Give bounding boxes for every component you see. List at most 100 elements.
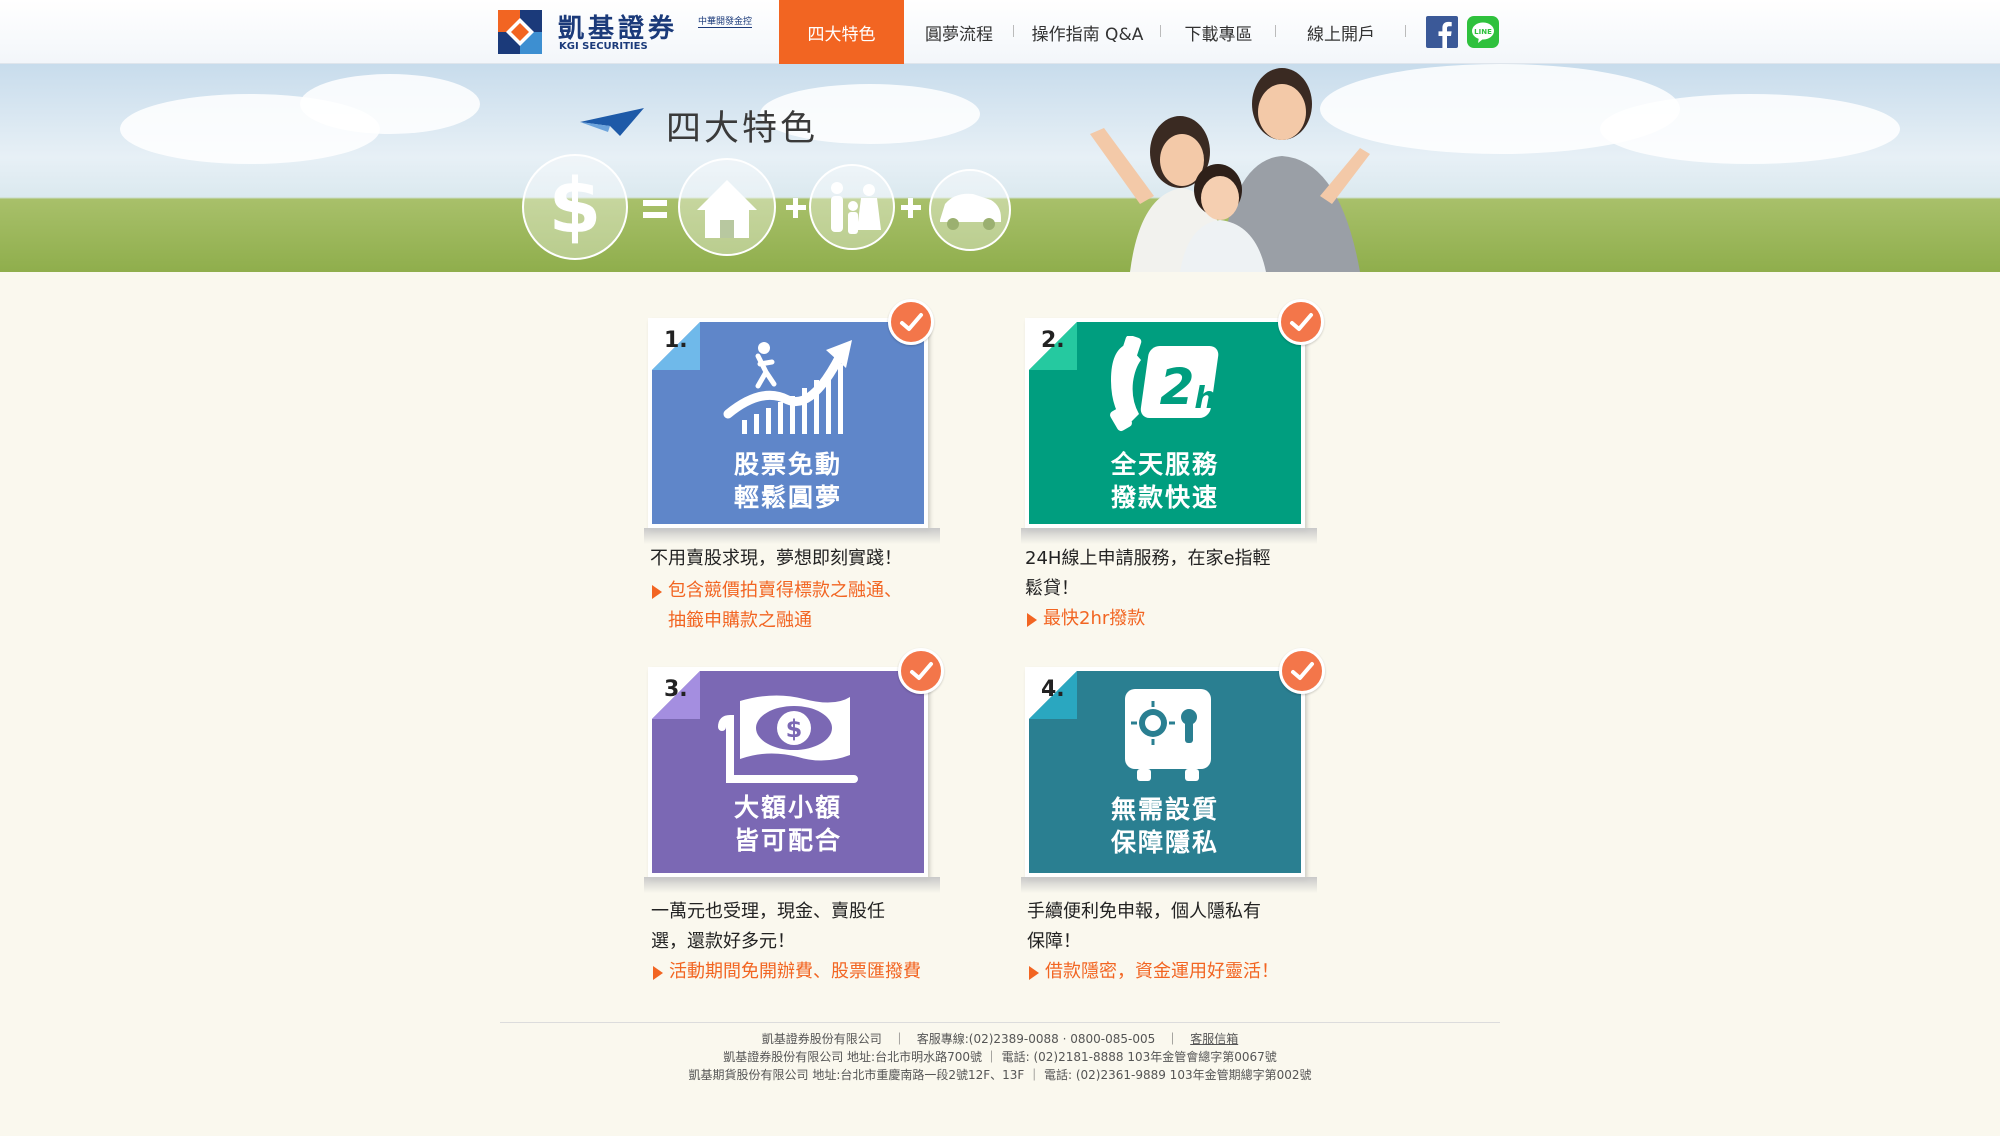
checkmark-icon — [1290, 313, 1313, 331]
cloud-decoration — [1600, 94, 1900, 164]
feature-panel: 2. 2 h 全天服務 撥款快速 — [1025, 318, 1305, 528]
kgi-logo-mark-icon — [498, 10, 542, 54]
feature-title-line: 皆可配合 — [733, 826, 842, 855]
paper-plane-icon — [580, 108, 644, 136]
feature-description-line: 不用賣股求現，夢想即刻實踐！ — [650, 548, 902, 569]
footer-line-3: 凱基期貨股份有限公司 地址:台北市重慶南路一段2號12F、13F ｜ 電話: (… — [688, 1068, 1312, 1082]
logo-group: 中華開發金控 — [698, 14, 753, 28]
checkmark-icon — [900, 313, 923, 331]
hero-banner: 四大特色 $ — [0, 64, 2000, 272]
check-badge — [898, 648, 944, 694]
checkmark-icon — [1291, 662, 1314, 680]
feature-note: 最快2hr撥款 — [1025, 604, 1325, 634]
feature-number: 3. — [664, 677, 688, 702]
feature-description-line: 手續便利免申報，個人隱私有 — [1027, 901, 1261, 922]
nav-item-download[interactable]: 下載專區 — [1161, 0, 1276, 64]
feature-description-line: 選，還款好多元！ — [651, 931, 795, 952]
feature-note-line: 活動期間免開辦費、股票匯撥費 — [669, 961, 921, 982]
nav-item-process[interactable]: 圓夢流程 — [904, 0, 1014, 64]
checkmark-icon — [910, 662, 933, 680]
kgi-logo[interactable]: 凱基證券 KGI SECURITIES 中華開發金控 — [498, 8, 758, 58]
footer-line-2: 凱基證券股份有限公司 地址:台北市明水路700號 ｜ 電話: (02)2181-… — [723, 1050, 1277, 1064]
footer-service-phone: 客服專線:(02)2389-0088 · 0800-085-005 — [916, 1032, 1156, 1046]
feature-note: 活動期間免開辦費、股票匯撥費 — [651, 957, 961, 987]
nav-item-label: 操作指南 Q&A — [1031, 24, 1144, 45]
logo-text: 凱基證券 — [558, 14, 679, 44]
check-badge — [1279, 648, 1325, 694]
feature-title-line: 無需設質 — [1110, 795, 1219, 824]
feature-title-line: 撥款快速 — [1110, 483, 1219, 512]
nav-item-label: 線上開戶 — [1307, 24, 1375, 45]
panel-shadow — [1021, 877, 1317, 893]
feature-title-line: 保障隱私 — [1110, 828, 1219, 857]
feature-title: 股票免動 輕鬆圓夢 — [652, 448, 924, 514]
nav-item-label: 四大特色 — [807, 24, 876, 45]
feature-title-line: 股票免動 — [733, 450, 842, 479]
nav-item-label: 圓夢流程 — [925, 24, 993, 45]
feature-note-line: 抽籤申購款之融通 — [668, 610, 812, 631]
cloud-decoration — [300, 74, 480, 134]
feature-title-line: 大額小額 — [733, 793, 842, 822]
svg-text:LINE: LINE — [1474, 28, 1492, 36]
feature-number: 2. — [1041, 328, 1065, 353]
svg-text:$: $ — [786, 715, 803, 743]
feature-panel: 3. $ 大額小額 皆可配合 — [648, 667, 928, 877]
check-badge — [888, 299, 934, 345]
feature-description: 一萬元也受理，現金、賣股任 選，還款好多元！ — [651, 897, 951, 957]
feature-note-line: 包含競價拍賣得標款之融通、 — [668, 580, 902, 601]
top-bar: 凱基證券 KGI SECURITIES 中華開發金控 四大特色 圓夢流程 操作指… — [0, 0, 2000, 64]
line-icon[interactable]: LINE — [1467, 16, 1499, 48]
hero-equation-illustration: $ — [522, 154, 1011, 260]
feature-title-line: 輕鬆圓夢 — [733, 483, 842, 512]
footer-line-1: 凱基證券股份有限公司 ｜ 客服專線:(02)2389-0088 · 0800-0… — [500, 1030, 1500, 1048]
car-icon — [929, 169, 1011, 251]
feature-note-line: 最快2hr撥款 — [1043, 608, 1146, 629]
panel-shadow — [644, 528, 940, 544]
feature-note: 借款隱密，資金運用好靈活！ — [1027, 957, 1327, 987]
nav-item-guide-qa[interactable]: 操作指南 Q&A — [1014, 0, 1161, 64]
panel-shadow — [644, 877, 940, 893]
footer-separator: ｜ — [1159, 1032, 1187, 1046]
feature-title: 全天服務 撥款快速 — [1029, 448, 1301, 514]
money-icon: $ — [718, 695, 858, 783]
feature-title-line: 全天服務 — [1110, 450, 1219, 479]
hero-title: 四大特色 — [666, 109, 819, 149]
family-photo-illustration — [1090, 68, 1370, 272]
plus-icon — [786, 198, 806, 218]
feature-panel: 4. 無需設質 保障隱私 — [1025, 667, 1305, 877]
growth-chart-icon — [723, 340, 852, 434]
feature-description-line: 保障！ — [1027, 931, 1081, 952]
feature-description: 24H線上申請服務，在家e指輕 鬆貸！ — [1025, 544, 1325, 604]
svg-text:$: $ — [549, 161, 602, 250]
24h-phone-icon: 2 h — [1110, 336, 1219, 432]
check-badge — [1278, 299, 1324, 345]
dollar-icon: $ — [522, 154, 628, 260]
feature-note-line: 借款隱密，資金運用好靈活！ — [1045, 961, 1279, 982]
feature-title: 無需設質 保障隱私 — [1029, 793, 1301, 859]
main-nav: 四大特色 圓夢流程 操作指南 Q&A 下載專區 線上開戶 — [779, 0, 1406, 64]
feature-number: 4. — [1041, 677, 1065, 702]
feature-title: 大額小額 皆可配合 — [652, 791, 924, 857]
panel-shadow — [1021, 528, 1317, 544]
feature-description: 不用賣股求現，夢想即刻實踐！ — [650, 544, 950, 574]
feature-description-line: 鬆貸！ — [1025, 578, 1079, 599]
feature-description: 手續便利免申報，個人隱私有 保障！ — [1027, 897, 1327, 957]
plus-icon — [901, 198, 921, 218]
safe-icon — [1125, 689, 1211, 781]
feature-note: 包含競價拍賣得標款之融通、 抽籤申購款之融通 — [650, 576, 950, 636]
family-icon — [809, 164, 895, 250]
nav-item-features[interactable]: 四大特色 — [779, 0, 904, 64]
customer-service-mail-link[interactable]: 客服信箱 — [1190, 1032, 1238, 1046]
svg-text:h: h — [1194, 381, 1215, 416]
feature-panel: 1. 股票免動 輕鬆圓夢 — [648, 318, 928, 528]
svg-text:2: 2 — [1160, 358, 1195, 416]
feature-description-line: 一萬元也受理，現金、賣股任 — [651, 901, 885, 922]
facebook-icon[interactable] — [1426, 16, 1458, 48]
nav-item-label: 下載專區 — [1184, 24, 1253, 45]
footer-company: 凱基證券股份有限公司 — [761, 1032, 882, 1046]
house-icon — [678, 158, 776, 256]
feature-description-line: 24H線上申請服務，在家e指輕 — [1025, 548, 1271, 569]
nav-item-open-account[interactable]: 線上開戶 — [1276, 0, 1406, 64]
equals-icon — [643, 200, 667, 218]
footer-separator: ｜ — [885, 1032, 913, 1046]
